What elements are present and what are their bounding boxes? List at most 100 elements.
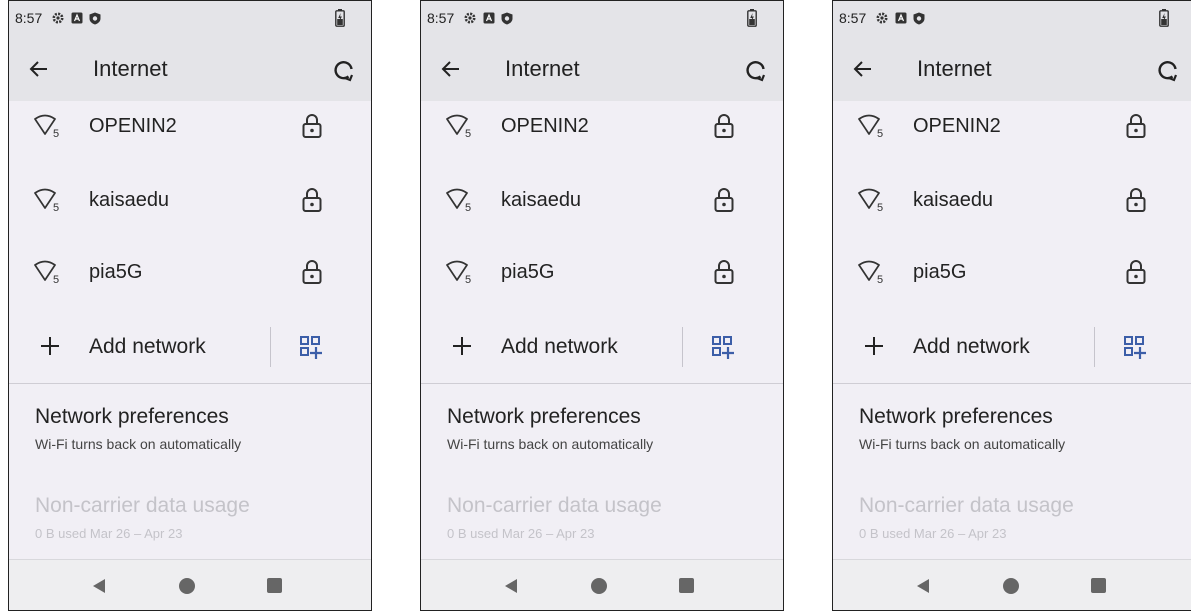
wifi-band-label: 5 — [465, 128, 471, 140]
wifi-network-row[interactable]: 5 pia5G — [9, 237, 371, 309]
section-divider — [9, 383, 371, 384]
navigation-bar — [9, 559, 371, 610]
wifi-network-row[interactable]: 5 pia5G — [421, 237, 783, 309]
phone-screen: 8:57 Internet 5 OPENIN2 5 kaisaedu 5 pia… — [8, 0, 372, 611]
wifi-5ghz-icon: 5 — [858, 260, 883, 286]
navigation-bar — [833, 559, 1191, 610]
status-bar: 8:57 — [421, 1, 783, 37]
page-title: Internet — [93, 56, 168, 81]
nav-home-icon[interactable] — [179, 578, 195, 594]
divider — [1094, 327, 1095, 367]
lock-icon — [1126, 114, 1146, 138]
nav-back-icon[interactable] — [915, 578, 931, 594]
wifi-network-row[interactable]: 5 OPENIN2 — [9, 91, 371, 163]
data-usage-item: Non-carrier data usage 0 B used Mar 26 –… — [9, 489, 371, 549]
settings-gear-icon — [52, 12, 64, 24]
wifi-network-row[interactable]: 5 kaisaedu — [9, 165, 371, 237]
plus-icon[interactable] — [451, 335, 473, 357]
plus-icon[interactable] — [863, 335, 885, 357]
nav-home-icon[interactable] — [591, 578, 607, 594]
a-box-icon — [483, 12, 495, 24]
back-arrow-icon[interactable] — [851, 57, 875, 81]
wifi-network-row[interactable]: 5 OPENIN2 — [421, 91, 783, 163]
qr-code-icon[interactable] — [711, 335, 737, 361]
lock-icon — [714, 188, 734, 212]
refresh-icon[interactable] — [1155, 57, 1181, 83]
network-preferences-subtitle: Wi-Fi turns back on automatically — [35, 436, 242, 452]
wifi-band-label: 5 — [53, 274, 59, 286]
add-network-button[interactable]: Add network — [913, 335, 1030, 359]
wifi-network-name: kaisaedu — [89, 189, 170, 211]
settings-gear-icon — [876, 12, 888, 24]
shield-icon — [913, 12, 925, 24]
network-preferences-subtitle: Wi-Fi turns back on automatically — [859, 436, 1066, 452]
lock-icon — [714, 114, 734, 138]
data-usage-subtitle: 0 B used Mar 26 – Apr 23 — [35, 526, 183, 541]
nav-recents-icon[interactable] — [679, 578, 694, 593]
network-preferences-item[interactable]: Network preferences Wi-Fi turns back on … — [833, 401, 1191, 463]
wifi-5ghz-icon: 5 — [446, 188, 471, 214]
network-preferences-item[interactable]: Network preferences Wi-Fi turns back on … — [9, 401, 371, 463]
data-usage-item: Non-carrier data usage 0 B used Mar 26 –… — [833, 489, 1191, 549]
lock-icon — [1126, 260, 1146, 284]
wifi-band-label: 5 — [465, 202, 471, 214]
lock-icon — [302, 114, 322, 138]
divider — [270, 327, 271, 367]
network-preferences-item[interactable]: Network preferences Wi-Fi turns back on … — [421, 401, 783, 463]
wifi-5ghz-icon: 5 — [34, 114, 59, 140]
add-network-button[interactable]: Add network — [501, 335, 618, 359]
qr-code-icon[interactable] — [299, 335, 325, 361]
network-preferences-title: Network preferences — [35, 405, 229, 428]
nav-back-icon[interactable] — [91, 578, 107, 594]
add-network-button[interactable]: Add network — [89, 335, 206, 359]
plus-icon[interactable] — [39, 335, 61, 357]
nav-recents-icon[interactable] — [267, 578, 282, 593]
navigation-bar — [421, 559, 783, 610]
wifi-5ghz-icon: 5 — [34, 260, 59, 286]
wifi-band-label: 5 — [53, 128, 59, 140]
wifi-network-name: kaisaedu — [501, 189, 582, 211]
data-usage-title: Non-carrier data usage — [35, 494, 250, 517]
wifi-band-label: 5 — [465, 274, 471, 286]
lock-icon — [302, 188, 322, 212]
wifi-band-label: 5 — [877, 202, 883, 214]
wifi-5ghz-icon: 5 — [858, 188, 883, 214]
page-title: Internet — [917, 56, 992, 81]
nav-home-icon[interactable] — [1003, 578, 1019, 594]
battery-icon — [335, 9, 345, 27]
data-usage-title: Non-carrier data usage — [859, 494, 1074, 517]
lock-icon — [714, 260, 734, 284]
nav-recents-icon[interactable] — [1091, 578, 1106, 593]
back-arrow-icon[interactable] — [27, 57, 51, 81]
refresh-icon[interactable] — [743, 57, 769, 83]
wifi-network-row[interactable]: 5 OPENIN2 — [833, 91, 1191, 163]
a-box-icon — [895, 12, 907, 24]
status-time: 8:57 — [15, 10, 43, 26]
shield-icon — [501, 12, 513, 24]
status-icons — [875, 11, 925, 25]
data-usage-item: Non-carrier data usage 0 B used Mar 26 –… — [421, 489, 783, 549]
status-time: 8:57 — [839, 10, 867, 26]
wifi-network-row[interactable]: 5 kaisaedu — [833, 165, 1191, 237]
wifi-network-row[interactable]: 5 kaisaedu — [421, 165, 783, 237]
wifi-network-name: kaisaedu — [913, 189, 994, 211]
data-usage-title: Non-carrier data usage — [447, 494, 662, 517]
qr-code-icon[interactable] — [1123, 335, 1149, 361]
wifi-network-name: pia5G — [89, 261, 143, 283]
battery-icon — [1159, 9, 1169, 27]
wifi-5ghz-icon: 5 — [446, 260, 471, 286]
section-divider — [833, 383, 1191, 384]
refresh-icon[interactable] — [331, 57, 357, 83]
wifi-network-row[interactable]: 5 pia5G — [833, 237, 1191, 309]
back-arrow-icon[interactable] — [439, 57, 463, 81]
phone-screen: 8:57 Internet 5 OPENIN2 5 kaisaedu 5 pia… — [832, 0, 1191, 611]
phone-screen: 8:57 Internet 5 OPENIN2 5 kaisaedu 5 pia… — [420, 0, 784, 611]
add-network-row: Add network — [421, 311, 783, 383]
nav-back-icon[interactable] — [503, 578, 519, 594]
section-divider — [421, 383, 783, 384]
status-bar: 8:57 — [833, 1, 1191, 37]
wifi-5ghz-icon: 5 — [34, 188, 59, 214]
network-preferences-subtitle: Wi-Fi turns back on automatically — [447, 436, 654, 452]
battery-icon — [747, 9, 757, 27]
wifi-band-label: 5 — [877, 128, 883, 140]
